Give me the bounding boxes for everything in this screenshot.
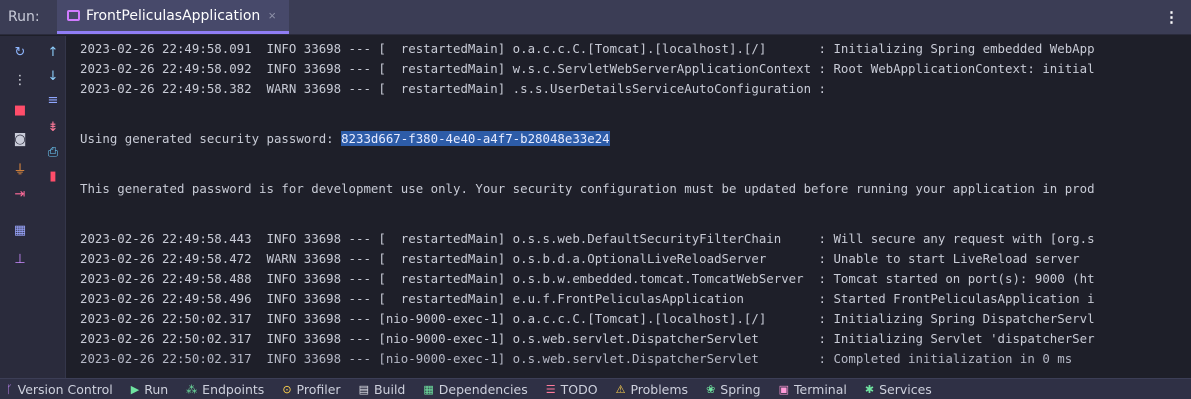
console-line: 2023-02-26 22:49:58.091 INFO 33698 --- [… <box>80 41 1095 56</box>
rerun-icon[interactable]: ↻ <box>8 41 32 63</box>
layout-icon[interactable]: ▦ <box>8 219 32 241</box>
console-line: 2023-02-26 22:49:58.488 INFO 33698 --- [… <box>80 271 1095 286</box>
plug-icon[interactable]: ⏚ <box>8 157 32 179</box>
console-line: This generated password is for developme… <box>80 181 1095 196</box>
left-toolbar: ↻ ⋮ ■ ◙ ⏚ ⇥ ▦ ⊥ <box>0 36 40 378</box>
tool-window-services[interactable]: ✱ Services <box>865 382 932 397</box>
tab-front-peliculas-application[interactable]: FrontPeliculasApplication × <box>57 0 289 34</box>
stop-icon[interactable]: ■ <box>8 99 32 121</box>
services-icon: ✱ <box>864 382 875 396</box>
endpoints-label: Endpoints <box>202 381 265 397</box>
pin-icon[interactable]: ⊥ <box>8 248 32 270</box>
version-control-icon: ᚴ <box>6 382 13 396</box>
delete-icon[interactable]: ▮ <box>41 165 65 187</box>
console-line: Using generated security password: 8233d… <box>80 131 610 146</box>
spring-label: Spring <box>720 381 761 397</box>
run-toolwindow-header: Run: FrontPeliculasApplication × ⋮ <box>0 0 1191 35</box>
spring-icon: ❀ <box>706 382 716 396</box>
tool-window-spring[interactable]: ❀ Spring <box>706 382 761 397</box>
terminal-icon: ▣ <box>778 382 790 396</box>
tool-window-build[interactable]: ▤ Build <box>359 382 406 397</box>
more-icon[interactable]: ⋮ <box>8 69 32 91</box>
endpoints-icon: ⁂ <box>186 382 198 396</box>
console-line: 2023-02-26 22:49:58.496 INFO 33698 --- [… <box>80 291 1095 306</box>
soft-wrap-icon[interactable]: ≡ <box>41 89 65 111</box>
tool-window-profiler[interactable]: ⊙ Profiler <box>282 382 340 397</box>
run-label: Run: <box>8 9 40 25</box>
build-icon: ▤ <box>358 382 369 396</box>
console-line: 2023-02-26 22:49:58.382 WARN 33698 --- [… <box>80 81 826 96</box>
version-control-label: Version Control <box>17 381 113 397</box>
scroll-to-end-icon[interactable]: ⇟ <box>41 116 65 138</box>
console-line: 2023-02-26 22:49:58.092 INFO 33698 --- [… <box>80 61 1095 76</box>
run-icon: ▶ <box>130 382 140 396</box>
run-label: Run <box>144 381 169 397</box>
options-menu-icon[interactable]: ⋮ <box>1164 8 1179 26</box>
camera-icon[interactable]: ◙ <box>8 128 32 150</box>
tool-window-dependencies[interactable]: ▦ Dependencies <box>423 382 527 397</box>
console-line: 2023-02-26 22:50:02.317 INFO 33698 --- [… <box>80 331 1095 346</box>
dependencies-icon: ▦ <box>423 382 434 396</box>
services-label: Services <box>879 381 932 397</box>
terminal-label: Terminal <box>794 381 847 397</box>
console-output[interactable]: 2023-02-26 22:49:58.091 INFO 33698 --- [… <box>67 36 1191 378</box>
scroll-up-icon[interactable]: ↑ <box>41 41 65 63</box>
tool-window-problems[interactable]: ⚠ Problems <box>616 382 689 397</box>
tool-window-run[interactable]: ▶ Run <box>131 382 168 397</box>
tab-label: FrontPeliculasApplication <box>86 7 261 24</box>
scroll-down-icon[interactable]: ↓ <box>41 65 65 87</box>
profiler-label: Profiler <box>296 381 341 397</box>
profiler-icon: ⊙ <box>282 382 292 396</box>
console-line: 2023-02-26 22:50:02.317 INFO 33698 --- [… <box>80 351 1073 366</box>
todo-icon: ☰ <box>545 382 556 396</box>
build-label: Build <box>373 381 406 397</box>
tool-window-todo[interactable]: ☰ TODO <box>546 382 598 397</box>
generated-password[interactable]: 8233d667-f380-4e40-a4f7-b28048e33e24 <box>341 131 610 146</box>
tool-window-terminal[interactable]: ▣ Terminal <box>779 382 847 397</box>
console-line: 2023-02-26 22:49:58.443 INFO 33698 --- [… <box>80 231 1095 246</box>
tool-window-endpoints[interactable]: ⁂ Endpoints <box>186 382 264 397</box>
dependencies-label: Dependencies <box>438 381 528 397</box>
close-tab-icon[interactable]: × <box>268 8 276 23</box>
print-icon[interactable]: ⎙ <box>41 141 65 163</box>
tool-window-version-control[interactable]: ᚴ Version Control <box>6 382 113 397</box>
console-line: 2023-02-26 22:50:02.317 INFO 33698 --- [… <box>80 311 1095 326</box>
exit-icon[interactable]: ⇥ <box>8 183 32 205</box>
problems-icon: ⚠ <box>615 382 626 396</box>
problems-label: Problems <box>630 381 689 397</box>
console-toolbar: ↑ ↓ ≡ ⇟ ⎙ ▮ <box>40 36 66 378</box>
application-icon <box>67 10 80 21</box>
todo-label: TODO <box>560 381 598 397</box>
tool-window-bar: ᚴ Version Control ▶ Run ⁂ Endpoints ⊙ Profiler ▤… <box>0 378 1191 399</box>
console-line: 2023-02-26 22:49:58.472 WARN 33698 --- [… <box>80 251 1080 266</box>
